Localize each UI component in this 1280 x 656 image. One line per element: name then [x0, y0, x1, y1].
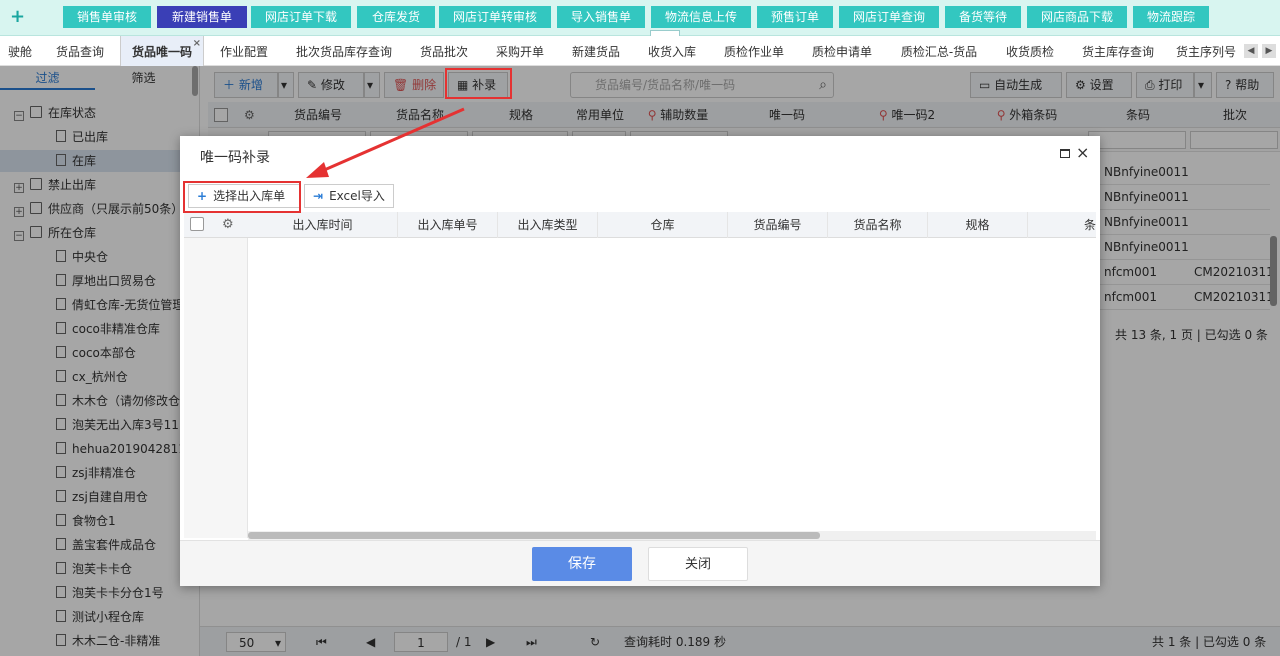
quick-button[interactable]: 备货等待: [945, 6, 1021, 28]
excel-import-label: Excel导入: [329, 189, 385, 203]
plus-icon[interactable]: +: [10, 7, 25, 27]
tab-item[interactable]: 货品批次: [408, 36, 480, 66]
tab-label: 质检作业单: [723, 45, 784, 59]
dialog-footer: 保存 关闭: [180, 540, 1100, 586]
dialog-column-header[interactable]: 仓库: [598, 212, 728, 238]
tab-label: 收货质检: [1005, 45, 1054, 59]
dialog-grid-header: ⚙ 出入库时间 出入库单号 出入库类型 仓库 货品编号 货品名称 规格条: [184, 212, 1096, 238]
dialog-column-header[interactable]: 条: [1028, 212, 1096, 238]
maximize-icon[interactable]: [1060, 149, 1070, 158]
quick-button[interactable]: 网店商品下载: [1027, 6, 1127, 28]
gear-icon[interactable]: ⚙: [222, 212, 234, 238]
tab-label: 驶舱: [7, 45, 32, 59]
tab-label: 货品唯一码: [131, 45, 192, 59]
tab-item[interactable]: 收货质检: [994, 36, 1066, 66]
excel-import-button[interactable]: ⇥ Excel导入: [304, 184, 394, 208]
tab-label: 质检汇总-货品: [900, 45, 978, 59]
highlight-supplement-button: [445, 68, 512, 99]
dialog-title: 唯一码补录: [200, 150, 270, 166]
close-button[interactable]: 关闭: [648, 547, 748, 581]
tab-label: 作业配置: [219, 45, 268, 59]
scrollbar-thumb[interactable]: [248, 532, 820, 539]
close-icon[interactable]: ×: [1076, 143, 1089, 163]
unique-code-supplement-dialog: 唯一码补录 × + 选择出入库单 ⇥ Excel导入 ⚙ 出入库时间 出入库单号 出入库…: [180, 136, 1100, 586]
tab-label: 新建货品: [571, 45, 620, 59]
dialog-column-header[interactable]: 规格: [928, 212, 1028, 238]
quick-button[interactable]: 导入销售单: [557, 6, 645, 28]
quick-button[interactable]: 销售单审核: [63, 6, 151, 28]
tab-item[interactable]: 作业配置: [208, 36, 280, 66]
save-button[interactable]: 保存: [532, 547, 632, 581]
tab-item[interactable]: 质检汇总-货品: [888, 36, 990, 66]
quick-button[interactable]: 网店订单下载: [251, 6, 351, 28]
quick-button[interactable]: 物流跟踪: [1133, 6, 1209, 28]
dialog-column-header[interactable]: 货品名称: [828, 212, 928, 238]
dialog-column-header[interactable]: 货品编号: [728, 212, 828, 238]
tab-label: 批次货品库存查询: [295, 45, 392, 59]
tab-label: 采购开单: [495, 45, 544, 59]
tab-item[interactable]: 驶舱: [0, 36, 40, 66]
tab-label: 货主序列号: [1175, 45, 1236, 59]
quick-button[interactable]: 网店订单转审核: [439, 6, 551, 28]
tab-item[interactable]: 货品唯一码 ×: [120, 36, 204, 66]
highlight-select-order-button: [183, 181, 301, 213]
import-icon: ⇥: [313, 189, 324, 203]
close-icon[interactable]: ×: [193, 36, 201, 60]
dialog-column-header[interactable]: 出入库单号: [398, 212, 498, 238]
dialog-column-header[interactable]: 出入库类型: [498, 212, 598, 238]
tab-label: 货品批次: [419, 45, 468, 59]
dialog-horizontal-scrollbar[interactable]: [248, 531, 1096, 540]
quick-button[interactable]: 网店订单查询: [839, 6, 939, 28]
quick-button[interactable]: 新建销售单: [157, 6, 247, 28]
dialog-grid-gutter: [184, 238, 248, 538]
quick-button[interactable]: 仓库发货: [357, 6, 435, 28]
tab-label: 货品查询: [55, 45, 104, 59]
quick-button[interactable]: 预售订单: [757, 6, 833, 28]
tab-item[interactable]: 货主库存查询: [1070, 36, 1166, 66]
quick-action-bar: + 销售单审核 新建销售单 网店订单下载 仓库发货 网店订单转审核 导入销售单 物流信息上传…: [0, 0, 1280, 36]
dialog-toolbar: + 选择出入库单 ⇥ Excel导入: [184, 178, 1096, 210]
page-tab-bar: 驶舱 货品查询 货品唯一码 × 作业配置 批次货品库存查询 货品批次 采购开单 新建货品 收货入库…: [0, 36, 1280, 66]
tab-item[interactable]: 批次货品库存查询: [284, 36, 404, 66]
tab-label: 收货入库: [647, 45, 696, 59]
tab-label: 质检申请单: [811, 45, 872, 59]
tab-scroll-right-icon[interactable]: ▶: [1262, 44, 1276, 58]
tab-item[interactable]: 货品查询: [44, 36, 116, 66]
dialog-column-header[interactable]: 出入库时间: [248, 212, 398, 238]
tab-item[interactable]: 新建货品: [560, 36, 632, 66]
select-all-checkbox[interactable]: [190, 217, 204, 231]
tab-label: 货主库存查询: [1081, 45, 1154, 59]
tab-item[interactable]: 收货入库: [636, 36, 708, 66]
tab-item[interactable]: 采购开单: [484, 36, 556, 66]
tab-item[interactable]: 质检申请单: [800, 36, 884, 66]
tab-item[interactable]: 质检作业单: [712, 36, 796, 66]
quick-button[interactable]: 物流信息上传: [651, 6, 751, 28]
tab-scroll-left-icon[interactable]: ◀: [1244, 44, 1258, 58]
tab-item[interactable]: 货主序列号: [1170, 36, 1242, 66]
